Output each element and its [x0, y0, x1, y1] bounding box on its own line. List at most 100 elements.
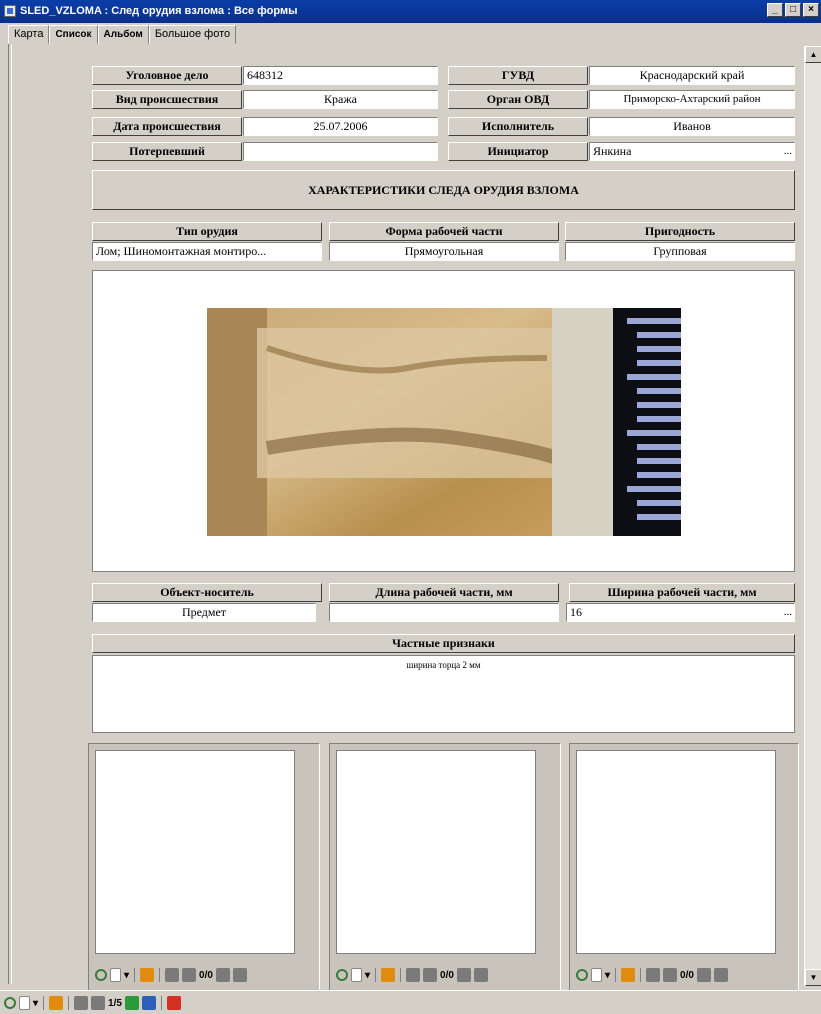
trace-photo-frame [92, 270, 795, 572]
attach-icon[interactable] [336, 969, 348, 981]
dropdown-icon[interactable]: ▾ [124, 970, 129, 981]
main-nav-bar: ▾ 1/5 [0, 990, 821, 1014]
shape-field[interactable]: Прямоугольная [329, 242, 559, 261]
title-bar: SLED_VZLOMA : След орудия взлома : Все ф… [0, 0, 821, 23]
shape-label: Форма рабочей части [329, 222, 559, 241]
scroll-up-arrow[interactable]: ▲ [805, 46, 821, 63]
carrier-field[interactable]: Предмет [92, 603, 316, 622]
tab-spisok[interactable]: Список [49, 25, 98, 44]
add-record-icon[interactable] [140, 968, 155, 982]
main-nav: ▾ 1/5 [4, 994, 181, 1012]
prev-record-icon[interactable] [91, 996, 106, 1010]
dropdown-icon[interactable]: ▾ [365, 970, 370, 981]
initiator-label: Инициатор [448, 142, 588, 161]
vertical-scrollbar[interactable]: ▲ ▼ [804, 46, 821, 986]
attach-icon[interactable] [95, 969, 107, 981]
prev-record-icon[interactable] [423, 968, 438, 982]
subform-3-counter: 0/0 [680, 969, 694, 981]
add-record-icon[interactable] [381, 968, 396, 982]
maximize-button[interactable]: □ [785, 3, 801, 17]
subform-1-image[interactable] [95, 750, 295, 954]
next-record-icon[interactable] [124, 996, 139, 1010]
initiator-value: Янкина [593, 144, 632, 158]
dropdown-icon[interactable]: ▾ [605, 970, 610, 981]
dropdown-icon[interactable]: ▾ [33, 998, 38, 1009]
new-doc-icon[interactable] [591, 968, 602, 982]
features-field[interactable]: ширина торца 2 мм [92, 655, 795, 733]
first-record-icon[interactable] [74, 996, 89, 1010]
case-label: Уголовное дело [92, 66, 242, 85]
trace-photo [207, 308, 681, 536]
first-record-icon[interactable] [646, 968, 661, 982]
subform-2-image[interactable] [336, 750, 536, 954]
record-selector-bar[interactable] [8, 44, 12, 984]
prev-record-icon[interactable] [663, 968, 678, 982]
attach-icon[interactable] [576, 969, 588, 981]
app-window: SLED_VZLOMA : След орудия взлома : Все ф… [0, 0, 821, 1014]
subform-2-nav: ▾ 0/0 [336, 966, 488, 984]
subform-2-counter: 0/0 [440, 969, 454, 981]
tab-karta[interactable]: Карта [8, 25, 50, 44]
executor-label: Исполнитель [448, 117, 588, 136]
suitability-field[interactable]: Групповая [565, 242, 795, 261]
subform-3-nav: ▾ 0/0 [576, 966, 728, 984]
width-value: 16 [570, 605, 582, 619]
attach-icon[interactable] [4, 997, 16, 1009]
suitability-label: Пригодность [565, 222, 795, 241]
ovd-field[interactable]: Приморско-Ахтарский район [589, 90, 795, 109]
subform-1-counter: 0/0 [199, 969, 213, 981]
first-record-icon[interactable] [165, 968, 180, 982]
tab-big-photo[interactable]: Большое фото [148, 25, 237, 44]
photo-subform-1: ▾ 0/0 [88, 743, 320, 991]
new-doc-icon[interactable] [351, 968, 362, 982]
scroll-down-arrow[interactable]: ▼ [805, 969, 821, 986]
next-record-icon[interactable] [696, 968, 711, 982]
close-button[interactable]: × [803, 3, 819, 17]
prev-record-icon[interactable] [182, 968, 197, 982]
subform-3-image[interactable] [576, 750, 776, 954]
add-record-icon[interactable] [621, 968, 636, 982]
view-tabs: Карта Список Альбом Большое фото [8, 25, 237, 44]
last-record-icon[interactable] [232, 968, 247, 982]
width-label: Ширина рабочей части, мм [569, 583, 795, 602]
case-field[interactable]: 648312 [243, 66, 438, 85]
ovd-label: Орган ОВД [448, 90, 588, 109]
width-field[interactable]: 16 ... [566, 603, 795, 622]
guvd-field[interactable]: Краснодарский край [589, 66, 795, 85]
guvd-label: ГУВД [448, 66, 588, 85]
victim-label: Потерпевший [92, 142, 242, 161]
window-title: SLED_VZLOMA : След орудия взлома : Все ф… [20, 5, 298, 17]
width-more-button[interactable]: ... [784, 604, 792, 621]
new-doc-icon[interactable] [19, 996, 30, 1010]
initiator-field[interactable]: Янкина ... [589, 142, 795, 161]
minimize-button[interactable]: _ [767, 3, 783, 17]
delete-record-icon[interactable] [166, 996, 181, 1010]
form-icon [4, 5, 16, 17]
incident-date-label: Дата происшествия [92, 117, 242, 136]
incident-date-field[interactable]: 25.07.2006 [243, 117, 438, 136]
tool-type-field[interactable]: Лом; Шиномонтажная монтиро... [92, 242, 322, 261]
add-record-icon[interactable] [49, 996, 64, 1010]
main-counter: 1/5 [108, 997, 122, 1009]
next-record-icon[interactable] [215, 968, 230, 982]
subform-1-nav: ▾ 0/0 [95, 966, 247, 984]
features-label: Частные признаки [92, 634, 795, 653]
carrier-label: Объект-носитель [92, 583, 322, 602]
photo-subform-2: ▾ 0/0 [329, 743, 561, 991]
last-record-icon[interactable] [141, 996, 156, 1010]
executor-field[interactable]: Иванов [589, 117, 795, 136]
incident-type-field[interactable]: Кража [243, 90, 438, 109]
tab-albom[interactable]: Альбом [97, 25, 149, 44]
victim-field[interactable] [243, 142, 438, 161]
photo-subform-3: ▾ 0/0 [569, 743, 799, 991]
last-record-icon[interactable] [713, 968, 728, 982]
next-record-icon[interactable] [456, 968, 471, 982]
new-doc-icon[interactable] [110, 968, 121, 982]
length-field[interactable] [329, 603, 559, 622]
first-record-icon[interactable] [406, 968, 421, 982]
length-label: Длина рабочей части, мм [329, 583, 559, 602]
last-record-icon[interactable] [473, 968, 488, 982]
initiator-more-button[interactable]: ... [784, 143, 792, 160]
incident-type-label: Вид происшествия [92, 90, 242, 109]
tool-type-label: Тип орудия [92, 222, 322, 241]
